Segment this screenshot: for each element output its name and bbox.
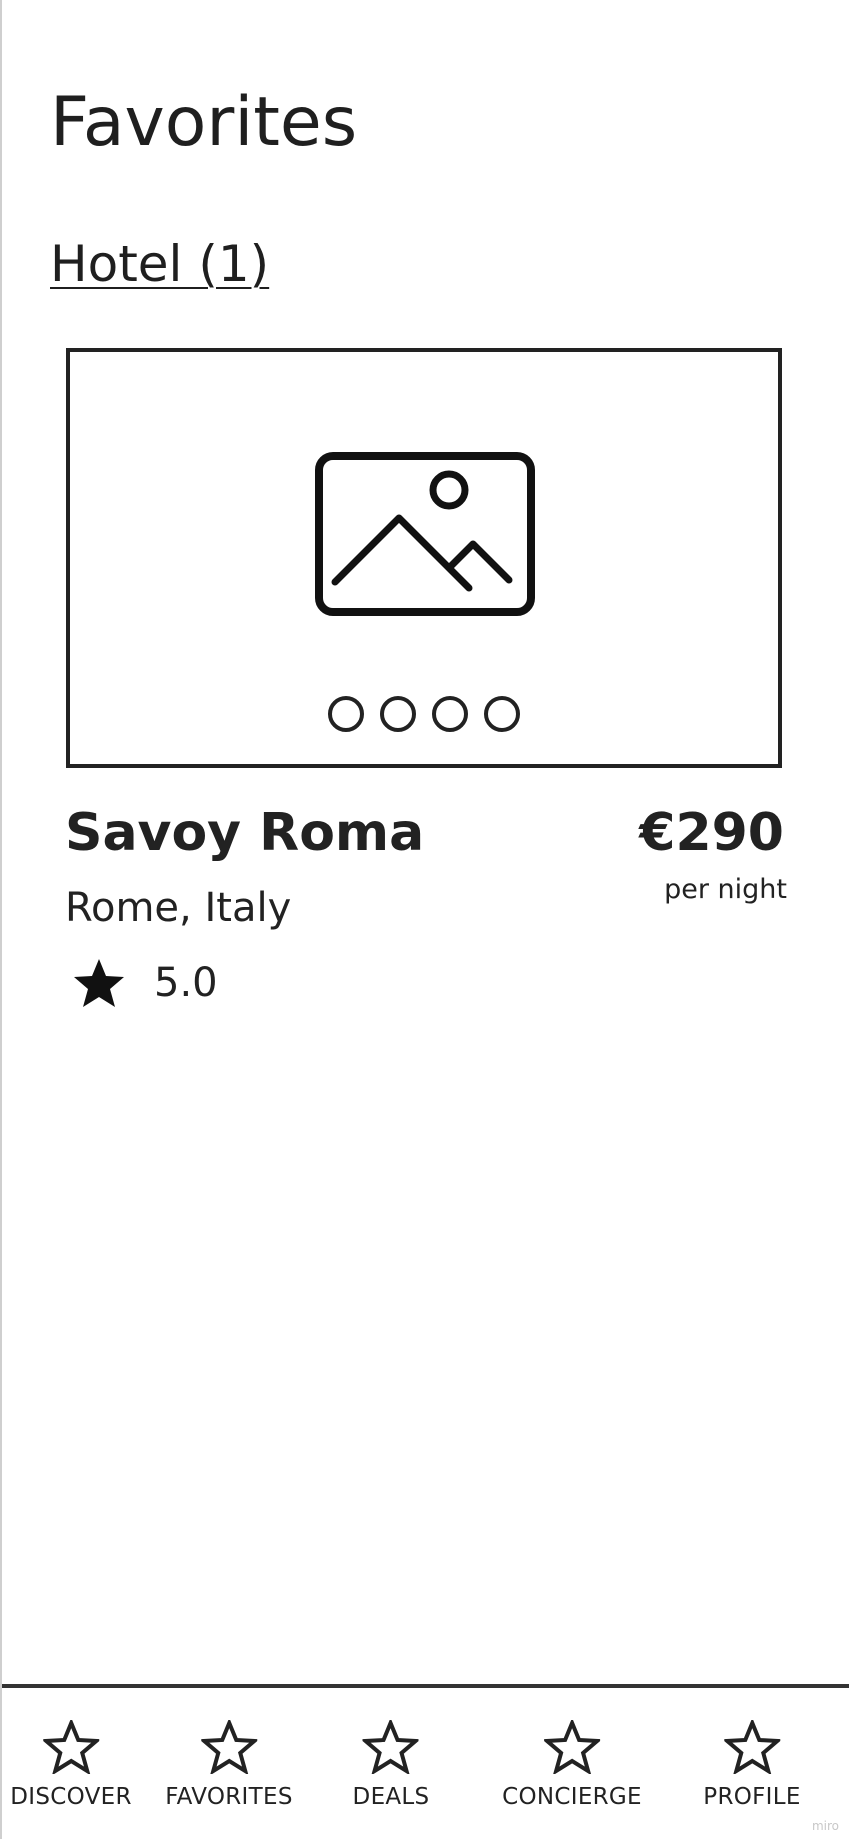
carousel-dot[interactable] (432, 696, 468, 732)
left-frame-border (0, 0, 2, 1839)
carousel-dots (70, 696, 778, 732)
page-title: Favorites (50, 83, 358, 162)
hotel-rating: 5.0 (72, 955, 218, 1011)
nav-label: PROFILE (703, 1784, 801, 1810)
star-filled-icon (74, 959, 124, 1007)
star-outline-icon (544, 1720, 600, 1774)
hotel-price: €290 (639, 803, 784, 863)
carousel-dot[interactable] (380, 696, 416, 732)
hotel-image-carousel[interactable] (66, 348, 782, 768)
nav-item-profile[interactable]: PROFILE (703, 1720, 800, 1812)
hotel-location: Rome, Italy (65, 885, 292, 931)
star-outline-icon (201, 1720, 257, 1774)
star-outline-icon (723, 1720, 780, 1774)
nav-item-favorites[interactable]: FAVORITES (165, 1720, 292, 1812)
nav-label: DEALS (352, 1784, 430, 1810)
miro-watermark: miro (811, 1819, 839, 1833)
hotel-name[interactable]: Savoy Roma (65, 798, 424, 868)
nav-item-discover[interactable]: DISCOVER (10, 1720, 132, 1812)
image-placeholder-icon (315, 452, 535, 616)
price-unit: per night (664, 874, 787, 905)
nav-label: CONCIERGE (502, 1784, 642, 1810)
carousel-dot[interactable] (484, 696, 520, 732)
carousel-dot[interactable] (328, 696, 364, 732)
nav-label: DISCOVER (10, 1784, 132, 1810)
nav-item-concierge[interactable]: CONCIERGE (502, 1720, 642, 1812)
star-outline-icon (43, 1720, 99, 1774)
hotel-section-link[interactable]: Hotel (1) (50, 232, 269, 296)
bottom-navigation: DISCOVER FAVORITES DEALS CONCIERGE PROFI… (2, 1684, 849, 1843)
rating-value: 5.0 (154, 960, 218, 1006)
nav-label: FAVORITES (165, 1784, 293, 1810)
nav-item-deals[interactable]: DEALS (353, 1720, 430, 1812)
star-outline-icon (362, 1720, 419, 1774)
